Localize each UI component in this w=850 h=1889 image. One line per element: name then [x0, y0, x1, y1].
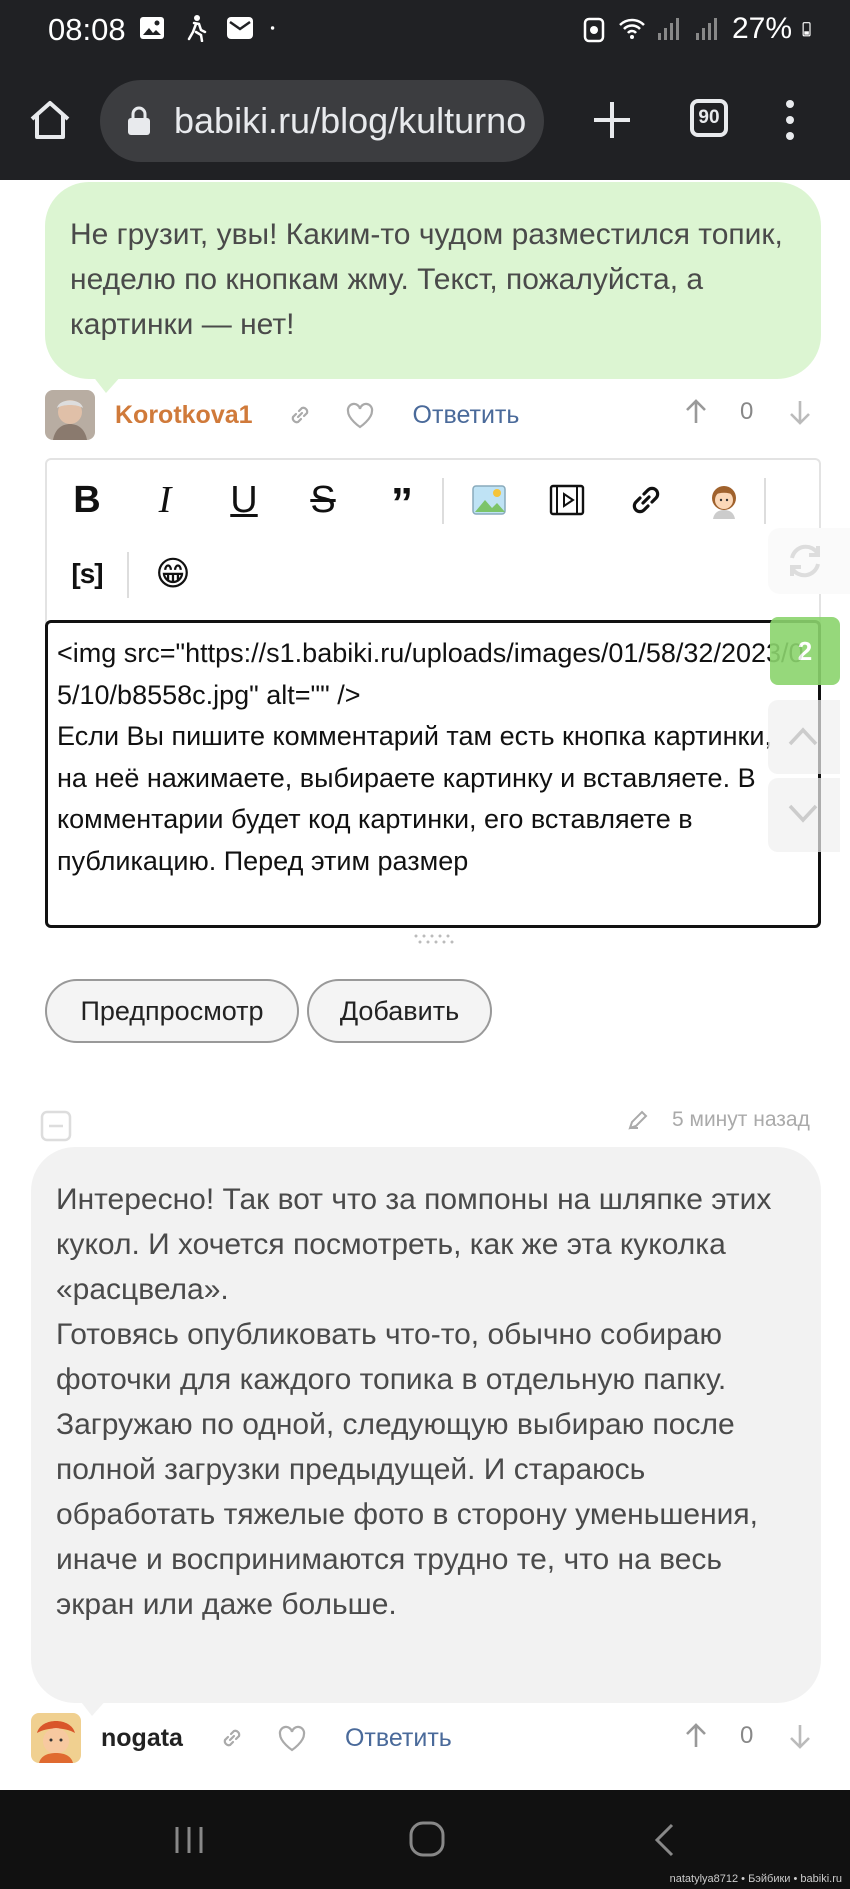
status-bar: 08:08 27% — [0, 0, 850, 62]
link-button[interactable] — [624, 478, 668, 522]
edit-icon — [628, 1110, 648, 1130]
address-bar[interactable]: babiki.ru/blog/kulturno — [100, 80, 544, 162]
image-code-text: <img src="https://s1.babiki.ru/uploads/i… — [57, 638, 804, 710]
spoiler-button[interactable]: [s] — [65, 552, 109, 596]
quote-button[interactable]: ” — [380, 479, 424, 528]
downvote-icon[interactable] — [786, 398, 814, 426]
tab-switcher-button[interactable]: 90 — [690, 99, 728, 137]
toolbar-divider — [764, 478, 766, 524]
home-nav-icon[interactable] — [408, 1820, 446, 1858]
emoji-button[interactable]: 😁 — [151, 552, 195, 596]
new-tab-icon[interactable] — [590, 98, 634, 142]
mail-icon — [227, 17, 253, 39]
comment-text: Интересно! Так вот что за помпоны на шля… — [56, 1183, 772, 1621]
collapse-icon[interactable] — [40, 1110, 72, 1142]
notification-icons — [138, 14, 282, 42]
comment-textarea[interactable]: <img src="https://s1.babiki.ru/uploads/i… — [45, 620, 821, 928]
avatar-icon — [712, 486, 736, 519]
avatar[interactable] — [45, 390, 95, 440]
chevron-down-icon — [788, 804, 818, 823]
preview-button[interactable]: Предпросмотр — [45, 979, 299, 1043]
reply-button[interactable]: Ответить — [413, 401, 520, 430]
gallery-icon — [140, 17, 164, 39]
watermark: natatylya8712 • Бэйбики • babiki.ru — [669, 1873, 842, 1885]
scroll-down-button[interactable] — [768, 778, 840, 852]
body-text: Если Вы пишите комментарий там есть кноп… — [57, 721, 772, 876]
downvote-icon[interactable] — [786, 1722, 814, 1750]
vote-count: 0 — [740, 398, 754, 425]
home-icon[interactable] — [28, 98, 72, 142]
lock-icon — [128, 106, 150, 135]
heart-icon[interactable] — [277, 1724, 307, 1752]
comment-text: Не грузит, увы! Каким-то чудом разместил… — [70, 218, 783, 341]
underline-button[interactable]: U — [222, 478, 266, 522]
bold-button[interactable]: B — [65, 478, 109, 522]
refresh-comments-button[interactable] — [768, 528, 850, 594]
browser-toolbar: babiki.ru/blog/kulturno 90 — [0, 62, 850, 180]
italic-button[interactable]: I — [143, 478, 187, 522]
scroll-up-button[interactable] — [768, 700, 840, 774]
reply-button[interactable]: Ответить — [345, 1724, 452, 1753]
wifi-icon — [619, 18, 645, 39]
comment-author[interactable]: Korotkova1 — [115, 401, 253, 430]
link-icon — [632, 486, 660, 514]
chevron-up-icon — [788, 727, 818, 746]
editor-toolbar: B I U S ” [s] 😁 — [45, 458, 821, 624]
url-text: babiki.ru/blog/kulturno — [174, 100, 527, 141]
avatar[interactable] — [31, 1713, 81, 1763]
user-mention-button[interactable] — [702, 478, 746, 522]
comment-author[interactable]: nogata — [101, 1724, 183, 1753]
link-icon[interactable] — [219, 1725, 245, 1751]
signal-icon — [657, 18, 679, 40]
dot-icon — [270, 26, 275, 30]
strikethrough-button[interactable]: S — [301, 478, 345, 522]
recent-apps-icon[interactable] — [172, 1823, 206, 1857]
heart-icon[interactable] — [345, 401, 375, 429]
system-icons: 27% — [580, 12, 818, 46]
image-icon — [472, 485, 506, 515]
upvote-icon[interactable] — [682, 398, 710, 426]
toolbar-divider — [442, 478, 444, 524]
comment-bubble: Не грузит, увы! Каким-то чудом разместил… — [45, 182, 821, 379]
system-navigation-bar: natatylya8712 • Бэйбики • babiki.ru — [0, 1790, 850, 1889]
add-button[interactable]: Добавить — [307, 979, 492, 1043]
battery-icon — [802, 22, 811, 37]
resize-handle[interactable] — [412, 933, 456, 945]
recycle-icon — [583, 17, 605, 43]
video-button[interactable] — [545, 478, 589, 522]
signal-icon-2 — [695, 18, 717, 40]
comment-timestamp: 5 минут назад — [672, 1108, 810, 1131]
comment-bubble: Интересно! Так вот что за помпоны на шля… — [31, 1147, 821, 1703]
back-icon[interactable] — [650, 1822, 680, 1858]
image-button[interactable] — [467, 478, 511, 522]
vote-count: 0 — [740, 1722, 754, 1749]
battery-percent: 27% — [731, 12, 792, 45]
clock: 08:08 — [48, 12, 126, 47]
toolbar-divider — [127, 552, 129, 598]
new-comments-counter[interactable]: 2 — [770, 617, 840, 685]
more-menu-icon[interactable] — [780, 96, 800, 144]
refresh-icon — [790, 544, 820, 578]
walking-icon — [187, 15, 207, 42]
video-icon — [549, 484, 585, 516]
link-icon[interactable] — [287, 402, 313, 428]
upvote-icon[interactable] — [682, 1722, 710, 1750]
